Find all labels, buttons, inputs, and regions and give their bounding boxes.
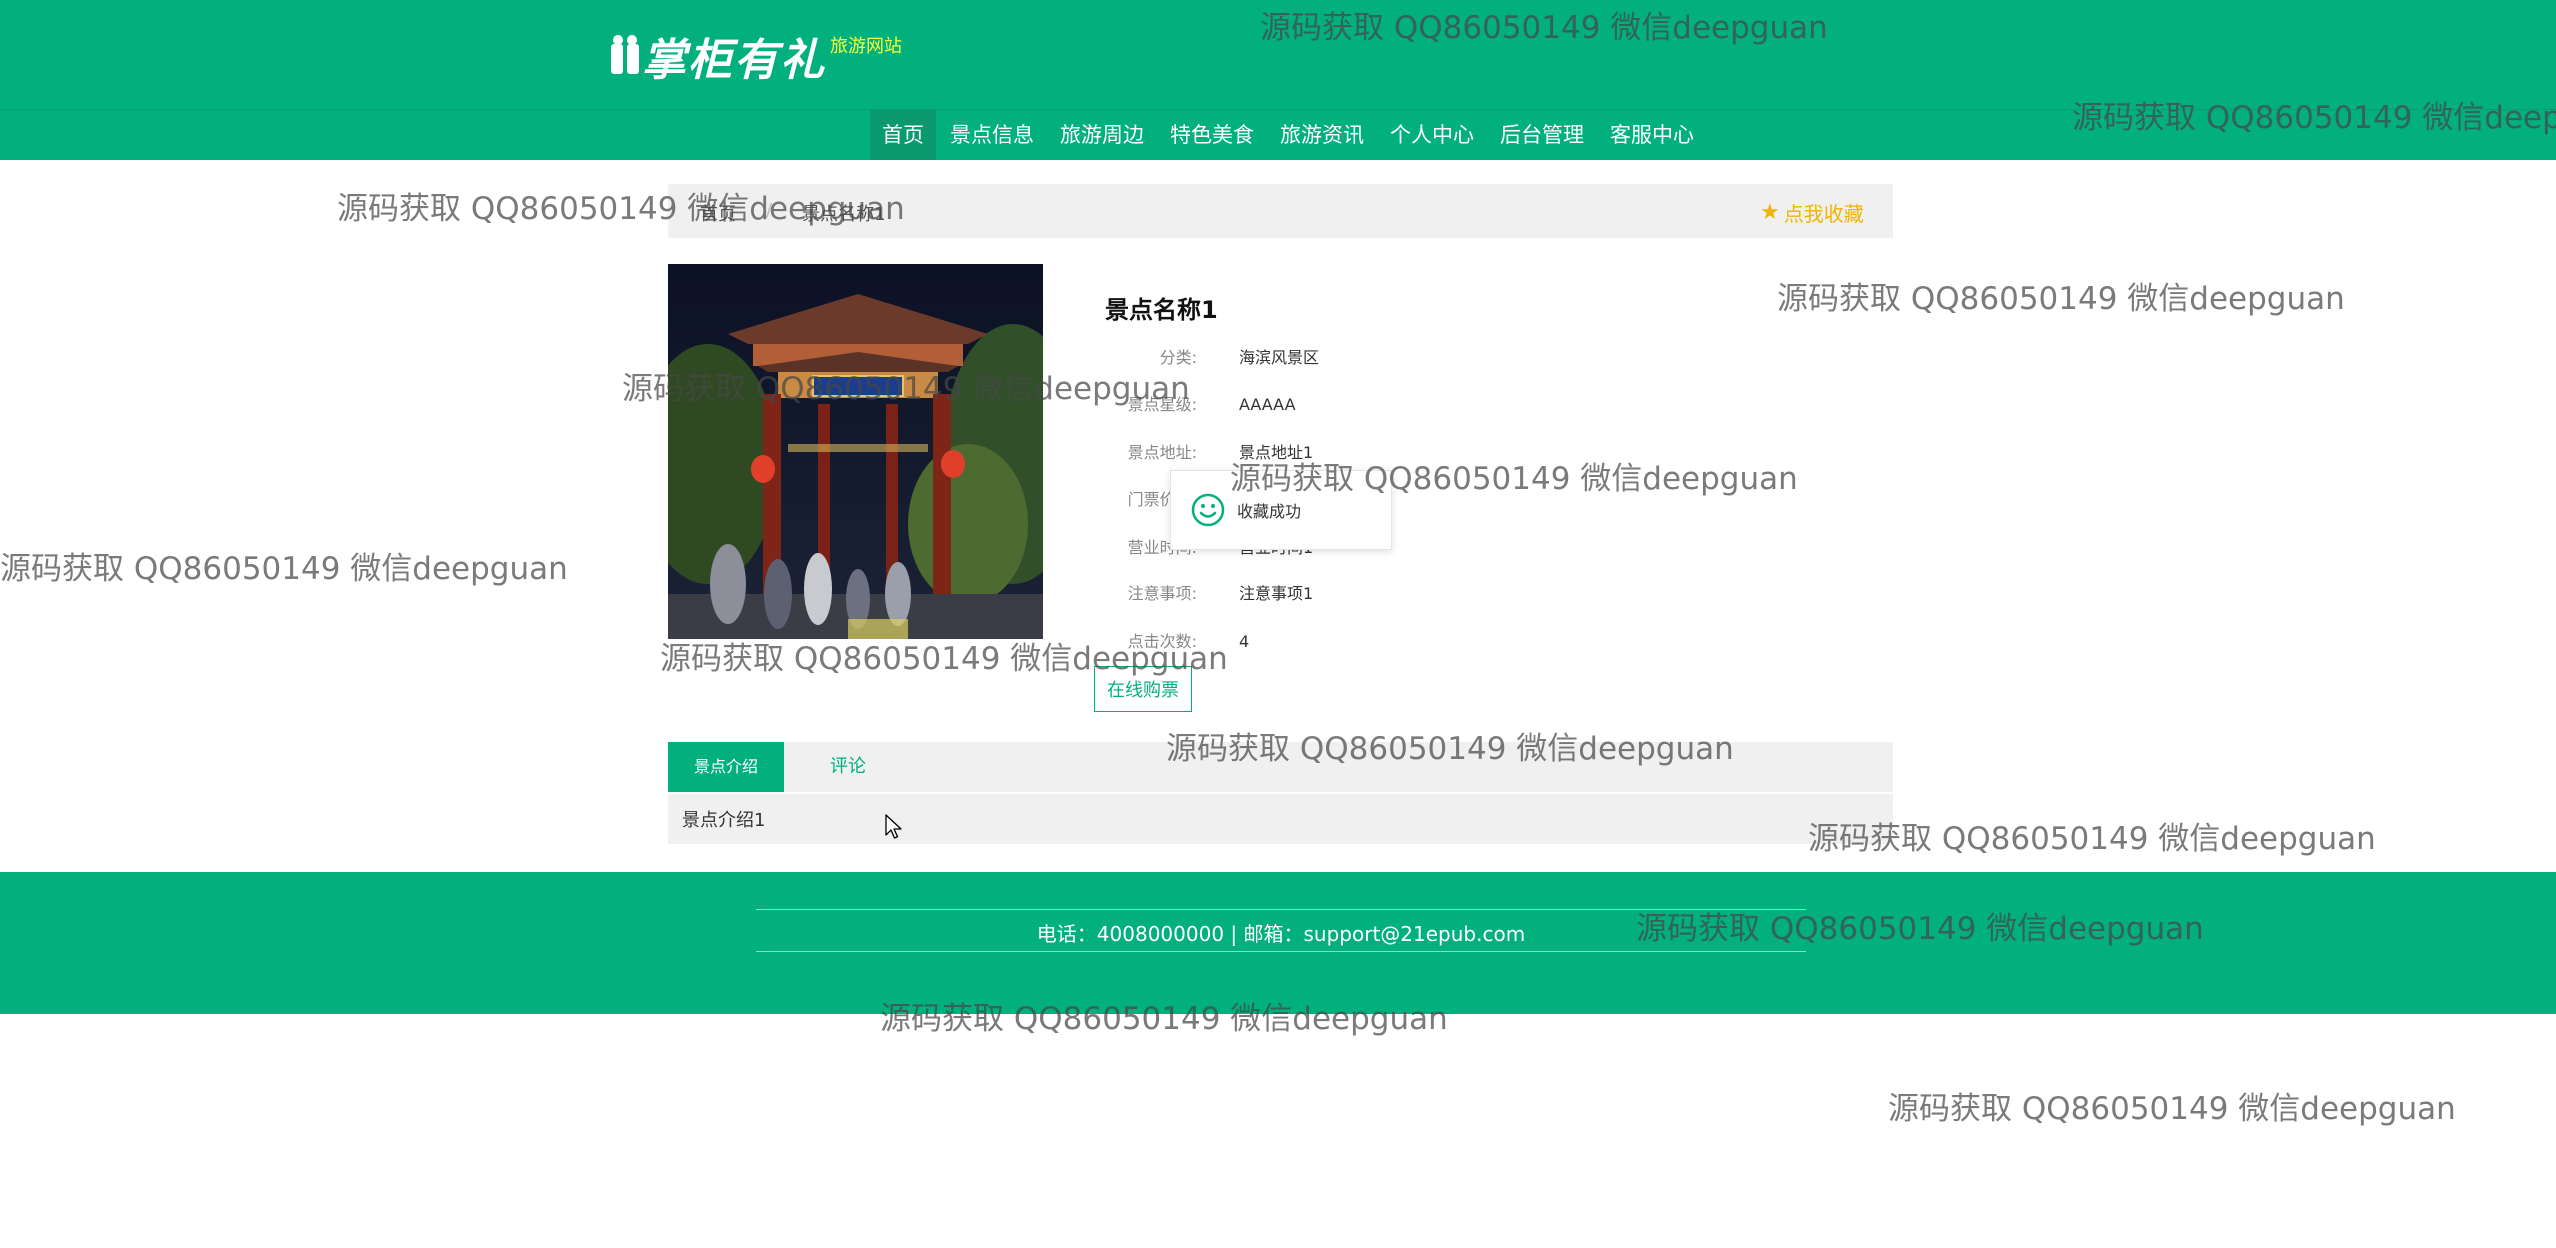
nav-item-attractions[interactable]: 景点信息	[938, 110, 1046, 160]
tab-content-panel	[668, 794, 1893, 844]
favorite-label: 点我收藏	[1783, 202, 1864, 226]
site-logo[interactable]: 掌柜有礼	[608, 26, 826, 86]
field-value: 海滨风景区	[1239, 348, 1320, 367]
nav-item-customer-service[interactable]: 客服中心	[1598, 110, 1706, 160]
footer-contact: 电话：4008000000 | 邮箱：support@21epub.com	[1036, 922, 1526, 946]
favorite-button[interactable]: ★ 点我收藏	[1760, 198, 1864, 227]
breadcrumb-separator: /	[766, 200, 773, 221]
buy-ticket-button[interactable]: 在线购票	[1094, 666, 1192, 712]
watermark: 源码获取 QQ86050149 微信deepguan	[1777, 281, 2345, 317]
field-click-count: 点击次数: 4	[1100, 630, 1250, 654]
main-nav: 首页 景点信息 旅游周边 特色美食 旅游资讯 个人中心 后台管理 客服中心	[870, 110, 1706, 160]
footer-divider-top	[756, 909, 1806, 910]
field-value: 4	[1239, 632, 1250, 651]
field-label: 注意事项:	[1127, 584, 1197, 603]
logo-subtitle: 旅游网站	[830, 36, 902, 57]
nav-item-home[interactable]: 首页	[870, 110, 936, 160]
watermark: 源码获取 QQ86050149 微信deepguan	[1888, 1091, 2456, 1127]
field-category: 分类: 海滨风景区	[1100, 346, 1319, 370]
field-label: 分类:	[1159, 348, 1197, 367]
smile-icon	[1191, 493, 1225, 527]
field-label: 景点星级:	[1127, 395, 1197, 414]
tab-comments[interactable]: 评论	[800, 742, 896, 792]
watermark: 源码获取 QQ86050149 微信deepguan	[0, 551, 568, 587]
field-value: AAAAA	[1239, 395, 1296, 414]
nav-item-local-food[interactable]: 特色美食	[1158, 110, 1266, 160]
toast-text: 收藏成功	[1237, 502, 1302, 521]
nav-item-admin[interactable]: 后台管理	[1488, 110, 1596, 160]
mouse-cursor-icon	[885, 814, 902, 839]
nav-item-travel-goods[interactable]: 旅游周边	[1048, 110, 1156, 160]
field-label: 点击次数:	[1127, 632, 1197, 651]
nav-item-travel-news[interactable]: 旅游资讯	[1268, 110, 1376, 160]
field-notes: 注意事项: 注意事项1	[1100, 582, 1314, 606]
field-star-rating: 景点星级: AAAAA	[1100, 393, 1296, 417]
toast-message: 收藏成功	[1170, 470, 1392, 550]
field-label: 景点地址:	[1127, 443, 1197, 462]
logo-text: 掌柜有礼	[642, 35, 826, 86]
nav-item-personal-center[interactable]: 个人中心	[1378, 110, 1486, 160]
star-icon: ★	[1760, 200, 1780, 225]
breadcrumb: 首页 / 景点名称1	[700, 200, 886, 226]
tab-attraction-intro[interactable]: 景点介绍	[668, 742, 784, 792]
gift-icon	[611, 35, 639, 74]
field-address: 景点地址: 景点地址1	[1100, 441, 1314, 465]
breadcrumb-current: 景点名称1	[802, 204, 886, 225]
watermark: 源码获取 QQ86050149 微信deepguan	[1808, 821, 2376, 857]
tab-content-text: 景点介绍1	[682, 810, 766, 831]
field-value: 注意事项1	[1239, 584, 1314, 603]
field-value: 景点地址1	[1239, 443, 1314, 462]
footer-divider-bottom	[756, 951, 1806, 952]
attraction-photo	[668, 264, 1043, 639]
attraction-title: 景点名称1	[1105, 296, 1218, 324]
breadcrumb-home[interactable]: 首页	[700, 200, 736, 226]
